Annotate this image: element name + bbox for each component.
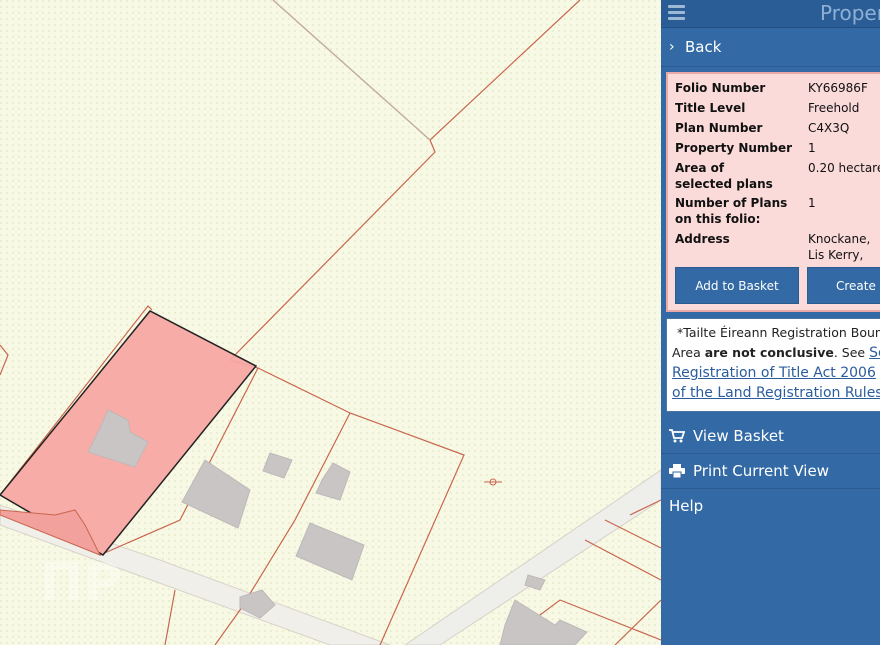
panel-title: Proper	[820, 1, 880, 25]
info-key: Title Level	[675, 101, 746, 115]
view-basket-button[interactable]: View Basket	[661, 419, 880, 454]
info-key: Property Number	[675, 141, 793, 155]
boundary-disclaimer: *Tailte Éireann Registration Bounda Area…	[666, 318, 880, 412]
property-info-box: Folio Number KY66986F Title Level Freeho…	[666, 72, 880, 312]
hamburger-icon[interactable]	[668, 5, 685, 21]
info-key: Area of selected plans	[675, 161, 773, 191]
back-button[interactable]: › Back	[661, 28, 880, 67]
info-key: Address	[675, 232, 730, 246]
disclaimer-line-2: Area are not conclusive. See Secti	[672, 343, 880, 363]
info-value: 1	[808, 141, 816, 155]
disclaimer-text: an	[876, 365, 880, 380]
disclaimer-line-4: of the Land Registration Rules 2	[672, 383, 880, 403]
info-key: Plan Number	[675, 121, 763, 135]
info-value: C4X3Q	[808, 121, 850, 135]
help-label: Help	[669, 497, 704, 515]
cart-icon	[669, 419, 686, 453]
info-value: Freehold	[808, 101, 860, 115]
disclaimer-line-1: *Tailte Éireann Registration Bounda	[677, 325, 880, 340]
info-key: Folio Number	[675, 81, 766, 95]
panel-menu: View Basket Print Current View Help	[661, 419, 880, 523]
registration-rules-link[interactable]: of the Land Registration Rules 2	[672, 385, 880, 401]
title-act-link[interactable]: Registration of Title Act 2006	[672, 365, 876, 381]
print-view-label: Print Current View	[693, 462, 829, 480]
add-to-basket-button[interactable]: Add to Basket	[675, 267, 799, 304]
property-panel: Proper › Back Folio Number KY66986F Titl…	[661, 0, 880, 645]
map-canvas[interactable]: ΠΡ	[0, 0, 661, 645]
info-value: KY66986F	[808, 81, 868, 95]
view-basket-label: View Basket	[693, 427, 784, 445]
create-button[interactable]: Create A	[807, 267, 880, 304]
disclaimer-line-3: Registration of Title Act 2006 an	[672, 363, 880, 383]
section-link[interactable]: Secti	[869, 345, 880, 361]
disclaimer-text: . See	[833, 345, 870, 360]
print-view-button[interactable]: Print Current View	[661, 454, 880, 489]
watermark: ΠΡ	[40, 553, 122, 613]
disclaimer-text: Area	[672, 345, 705, 360]
panel-header: Proper	[661, 0, 880, 28]
info-key: Number of Plans on this folio:	[675, 196, 788, 226]
chevron-right-icon: ›	[669, 39, 675, 55]
help-button[interactable]: Help	[661, 489, 880, 523]
disclaimer-bold: are not conclusive	[704, 345, 834, 360]
info-value: 1	[808, 196, 816, 210]
info-value: Knockane, Lis Kerry, V31 YE	[808, 232, 871, 262]
info-value: 0.20 hectares	[808, 161, 880, 175]
map-view[interactable]: ΠΡ	[0, 0, 661, 645]
back-label: Back	[685, 38, 722, 56]
printer-icon	[669, 454, 685, 488]
